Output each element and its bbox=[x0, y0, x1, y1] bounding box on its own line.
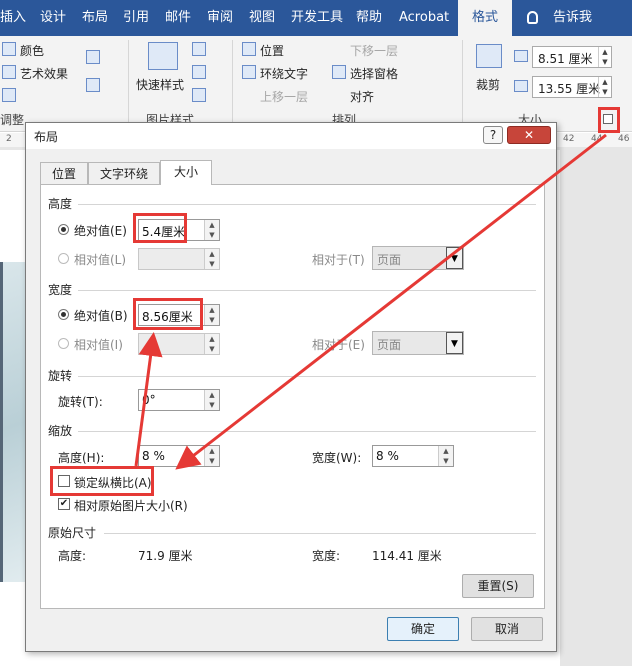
tab-size[interactable]: 大小 bbox=[160, 160, 212, 185]
annotation-arrows bbox=[134, 133, 607, 470]
arrow-to-lock-aspect bbox=[175, 133, 607, 470]
arrow-to-width-value bbox=[134, 332, 163, 467]
